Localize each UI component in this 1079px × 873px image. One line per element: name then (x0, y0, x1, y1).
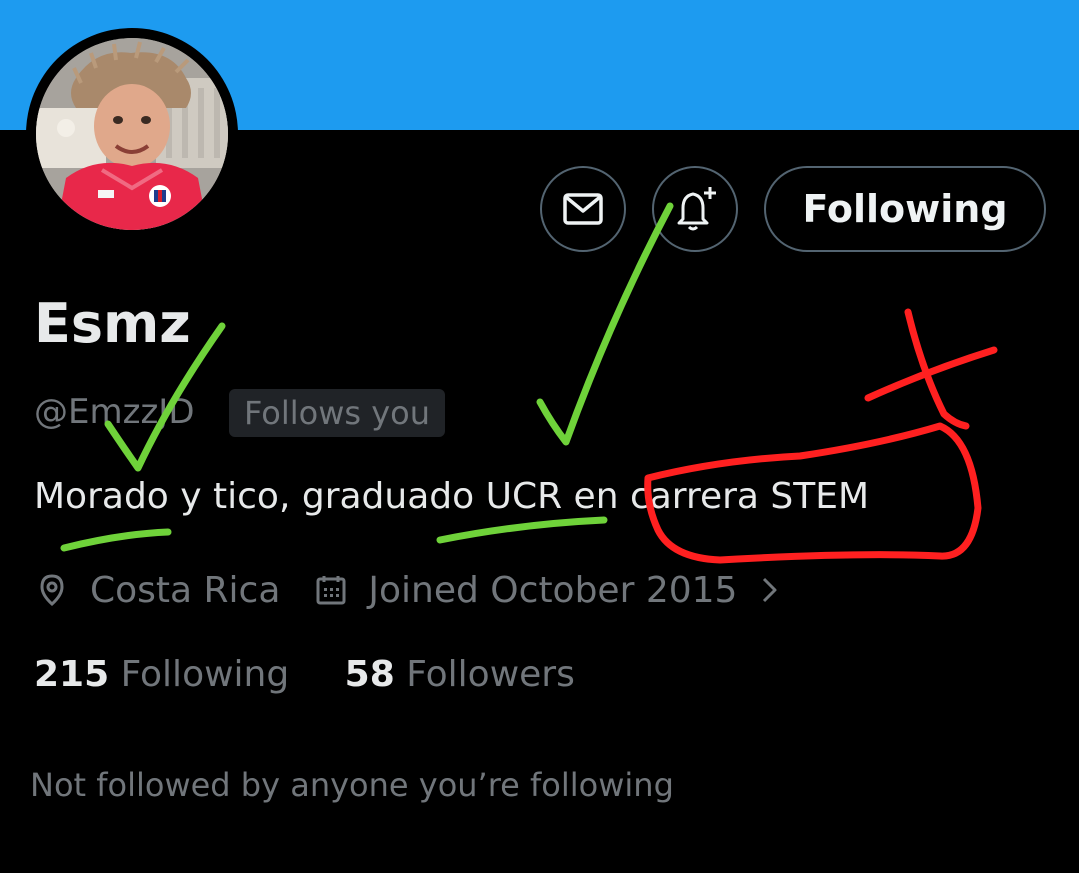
followers-count: 58 (344, 654, 395, 695)
following-stat[interactable]: 215 Following (34, 654, 289, 695)
chevron-right-icon[interactable] (759, 573, 781, 607)
following-label: Following (120, 654, 290, 695)
cross-stroke-2 (904, 308, 970, 430)
profile-avatar[interactable] (26, 28, 238, 240)
following-count: 215 (34, 654, 110, 695)
follows-you-badge: Follows you (229, 389, 446, 437)
joined-date: Joined October 2015 (368, 569, 738, 611)
bell-plus-icon (677, 187, 716, 231)
followers-label: Followers (406, 654, 575, 695)
location-pin-icon (34, 572, 70, 608)
avatar-illustration (36, 38, 228, 230)
user-handle: @EmzzJD (34, 392, 195, 432)
profile-meta: Costa Rica Joined October 2015 (34, 562, 781, 618)
notifications-button[interactable] (652, 166, 738, 252)
envelope-icon (563, 193, 603, 225)
calendar-icon (314, 573, 348, 607)
display-name: Esmz (34, 292, 191, 355)
message-button[interactable] (540, 166, 626, 252)
following-button[interactable]: Following (764, 166, 1046, 252)
follow-stats: 215 Following 58 Followers (34, 654, 575, 695)
profile-bio: Morado y tico, graduado UCR en carrera S… (34, 476, 870, 517)
avatar-photo (36, 38, 228, 230)
underline-morado (60, 528, 172, 552)
followers-stat[interactable]: 58 Followers (345, 654, 575, 695)
cross-stroke-1 (864, 346, 998, 402)
social-context: Not followed by anyone you’re following (30, 766, 674, 804)
profile-location: Costa Rica (90, 569, 281, 611)
underline-ucr (436, 516, 608, 544)
